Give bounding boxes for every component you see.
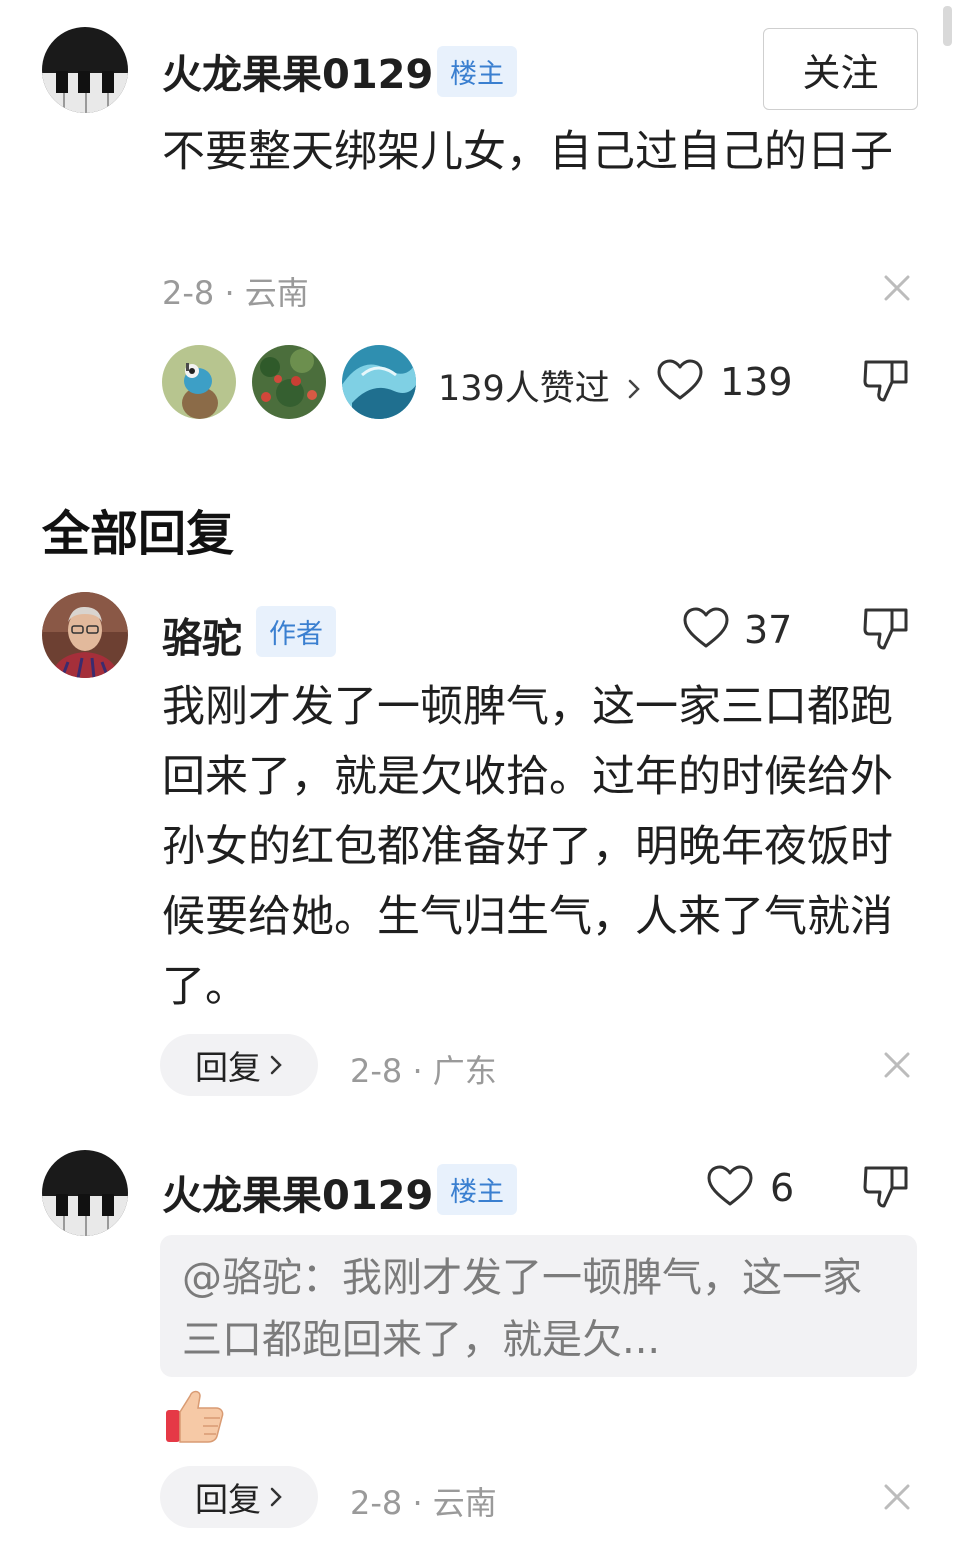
like-count: 139 xyxy=(720,360,793,404)
like-count: 6 xyxy=(770,1166,795,1210)
post-location: 云南 xyxy=(244,274,309,312)
thumbs-down-icon[interactable] xyxy=(862,606,910,656)
like-button[interactable]: 6 xyxy=(706,1164,794,1212)
thumbs-up-emoji-icon xyxy=(164,1384,226,1450)
reply-author-avatar[interactable] xyxy=(42,592,128,678)
author-badge: 作者 xyxy=(256,606,336,657)
reply-button[interactable]: 回复 xyxy=(160,1034,318,1096)
liker-avatar[interactable] xyxy=(342,345,416,419)
reply-button[interactable]: 回复 xyxy=(160,1466,318,1528)
liker-avatar[interactable] xyxy=(252,345,326,419)
close-icon[interactable] xyxy=(880,271,914,305)
heart-icon xyxy=(656,358,704,406)
thumbs-down-icon[interactable] xyxy=(862,358,910,408)
post-content: 不要整天绑架儿女，自己过自己的日子 xyxy=(162,127,893,177)
like-button[interactable]: 37 xyxy=(682,606,792,654)
reply-content: 我刚才发了一顿脾气，这一家三口都跑回来了，就是欠收拾。过年的时候给外孙女的红包都… xyxy=(162,682,893,1012)
owner-badge: 楼主 xyxy=(437,1164,517,1215)
chevron-right-icon xyxy=(269,1485,283,1509)
reply-author-name[interactable]: 火龙果果0129 xyxy=(162,1163,433,1221)
close-icon[interactable] xyxy=(880,1480,914,1514)
reply-button-label: 回复 xyxy=(195,1048,261,1087)
follow-button[interactable]: 关注 xyxy=(763,28,918,110)
reply-button-label: 回复 xyxy=(195,1480,261,1519)
post-date: 2-8 xyxy=(162,274,215,312)
reply-author-name[interactable]: 骆驼 xyxy=(162,606,242,664)
heart-icon xyxy=(706,1164,754,1212)
reply-location: 云南 xyxy=(432,1484,497,1522)
scrollbar-thumb[interactable] xyxy=(943,6,952,46)
chevron-right-icon xyxy=(269,1053,283,1077)
reply-location: 广东 xyxy=(432,1052,497,1090)
post-author-name[interactable]: 火龙果果0129 xyxy=(162,42,433,100)
likers-link[interactable]: 139人赞过 xyxy=(438,360,641,411)
close-icon[interactable] xyxy=(880,1048,914,1082)
post-meta: 2-8 · 云南 xyxy=(162,274,309,312)
reply-date: 2-8 xyxy=(350,1484,403,1522)
post-author-avatar[interactable] xyxy=(42,27,128,113)
section-title: 全部回复 xyxy=(42,506,235,562)
reply-author-avatar[interactable] xyxy=(42,1150,128,1236)
reply-meta: 2-8 · 广东 xyxy=(350,1052,497,1090)
heart-icon xyxy=(682,606,730,654)
quoted-reply[interactable]: @骆驼：我刚才发了一顿脾气，这一家三口都跑回来了，就是欠... xyxy=(160,1235,917,1377)
reply-meta: 2-8 · 云南 xyxy=(350,1484,497,1522)
like-count: 37 xyxy=(744,608,793,652)
chevron-right-icon xyxy=(627,370,641,410)
owner-badge: 楼主 xyxy=(437,46,517,97)
thumbs-down-icon[interactable] xyxy=(862,1164,910,1214)
liker-avatar[interactable] xyxy=(162,345,236,419)
reply-date: 2-8 xyxy=(350,1052,403,1090)
like-button[interactable]: 139 xyxy=(656,358,793,406)
likers-count-label: 139人赞过 xyxy=(438,369,610,409)
